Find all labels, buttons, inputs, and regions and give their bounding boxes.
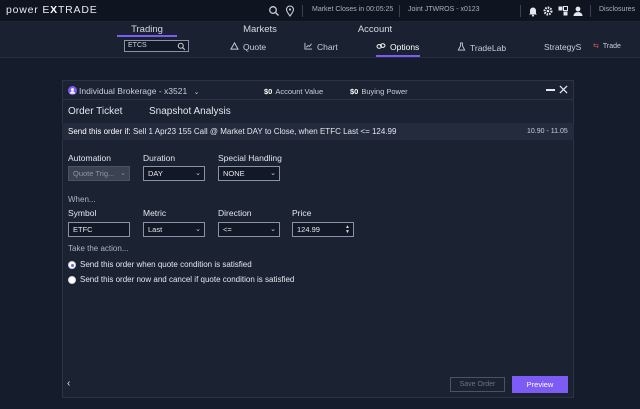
app-logo[interactable]: power EXTRADE bbox=[6, 4, 98, 16]
subtab-trade-label: Trade bbox=[602, 43, 621, 50]
chevron-down-icon: ⌄ bbox=[195, 226, 201, 233]
automation-select: Quote Trig... ⌄ bbox=[68, 166, 130, 181]
bid-ask-range: 10.90 - 11.05 bbox=[527, 128, 568, 135]
subtab-strategy[interactable]: StrategyS bbox=[544, 42, 581, 52]
subtab-chart[interactable]: Chart bbox=[304, 42, 338, 52]
action-note: Take the action... bbox=[68, 244, 129, 253]
location-pin-icon[interactable] bbox=[284, 5, 296, 17]
tab-trading[interactable]: Trading bbox=[117, 24, 177, 35]
condition-summary: Send this order if: Sell 1 Apr23 155 Cal… bbox=[68, 127, 396, 136]
active-tab-indicator bbox=[117, 35, 177, 37]
price-label: Price bbox=[292, 208, 312, 218]
buying-power: $0 Buying Power bbox=[350, 87, 408, 96]
account-value: $0 Account Value bbox=[264, 87, 323, 96]
special-handling-label: Special Handling bbox=[218, 153, 282, 163]
active-subtab-indicator bbox=[376, 55, 420, 57]
logo-text-2: TRADE bbox=[57, 4, 98, 16]
account-dropdown-label: Individual Brokerage - x3521 bbox=[79, 86, 188, 96]
close-icon[interactable] bbox=[559, 85, 568, 94]
subtab-quote-label: Quote bbox=[243, 42, 267, 52]
subtab-tradelab[interactable]: TradeLab bbox=[457, 42, 506, 53]
stepper-arrows-icon[interactable]: ▲ ▼ bbox=[345, 225, 350, 235]
symbol-search-input[interactable]: ETCS bbox=[124, 40, 189, 52]
metric-select[interactable]: Last ⌄ bbox=[143, 222, 205, 237]
tab-markets[interactable]: Markets bbox=[230, 24, 290, 35]
chevron-down-icon: ⌄ bbox=[195, 170, 201, 177]
triangle-icon bbox=[230, 42, 239, 50]
account-dropdown[interactable]: Individual Brokerage - x3521 ⌄ bbox=[79, 86, 199, 96]
market-status: Market Closes in 00:05:25 bbox=[312, 6, 394, 13]
logo-text-x: X bbox=[50, 4, 58, 16]
main-nav bbox=[0, 22, 640, 58]
user-icon[interactable] bbox=[572, 5, 584, 17]
chevron-down-icon: ⌄ bbox=[193, 89, 200, 96]
account-value-label: Account Value bbox=[275, 87, 324, 96]
account-selector[interactable]: Joint JTWROS - x0123 bbox=[408, 6, 480, 13]
price-stepper[interactable]: 124.99 ▲ ▼ bbox=[292, 222, 354, 237]
divider bbox=[590, 5, 591, 17]
metric-value: Last bbox=[148, 225, 163, 234]
divider bbox=[302, 5, 303, 17]
automation-value: Quote Trig... bbox=[73, 169, 115, 178]
buying-power-amount: $0 bbox=[350, 87, 359, 96]
search-icon[interactable] bbox=[177, 42, 186, 51]
symbol-input[interactable]: ETFC bbox=[68, 222, 130, 237]
buying-power-label: Buying Power bbox=[361, 87, 408, 96]
radio-send-when-satisfied-label[interactable]: Send this order when quote condition is … bbox=[80, 260, 252, 269]
search-icon[interactable] bbox=[268, 5, 280, 17]
metric-label: Metric bbox=[143, 208, 167, 218]
direction-value: <= bbox=[223, 225, 232, 234]
disclosures-link[interactable]: Disclosures bbox=[599, 6, 635, 13]
gear-icon[interactable] bbox=[542, 5, 554, 17]
save-order-button[interactable]: Save Order bbox=[450, 377, 505, 392]
divider bbox=[520, 5, 521, 17]
subtab-trade[interactable]: ⇆ Trade bbox=[593, 42, 621, 50]
subtab-options[interactable]: Options bbox=[376, 42, 419, 52]
when-note: When... bbox=[68, 195, 96, 204]
subtab-options-label: Options bbox=[390, 42, 420, 52]
chevron-down-icon: ⌄ bbox=[120, 170, 126, 177]
special-handling-select[interactable]: NONE ⌄ bbox=[218, 166, 280, 181]
symbol-search-value: ETCS bbox=[128, 42, 147, 49]
condition-summary-detail: Sell 1 Apr23 155 Call @ Market DAY to Cl… bbox=[132, 127, 397, 136]
chevron-down-icon: ⌄ bbox=[270, 226, 276, 233]
subtab-tradelab-label: TradeLab bbox=[470, 43, 507, 53]
automation-label: Automation bbox=[68, 153, 111, 163]
tab-account[interactable]: Account bbox=[345, 24, 405, 35]
subtab-quote[interactable]: Quote bbox=[230, 42, 266, 52]
radio-send-now-cancel[interactable] bbox=[68, 276, 76, 284]
special-handling-value: NONE bbox=[223, 169, 245, 178]
condition-summary-label: Send this order if: bbox=[68, 127, 131, 136]
minimize-icon[interactable] bbox=[546, 89, 555, 91]
bell-icon[interactable] bbox=[527, 5, 539, 17]
chevron-down-icon: ⌄ bbox=[270, 170, 276, 177]
tab-snapshot-analysis[interactable]: Snapshot Analysis bbox=[149, 106, 231, 117]
direction-label: Direction bbox=[218, 208, 252, 218]
price-value: 124.99 bbox=[297, 225, 320, 234]
preview-button[interactable]: Preview bbox=[512, 376, 568, 393]
chart-icon bbox=[304, 42, 313, 50]
duration-label: Duration bbox=[143, 153, 176, 163]
symbol-value: ETFC bbox=[73, 225, 93, 234]
radio-send-now-cancel-label[interactable]: Send this order now and cancel if quote … bbox=[80, 275, 294, 284]
swap-arrows-icon: ⇆ bbox=[593, 43, 599, 50]
subtab-chart-label: Chart bbox=[317, 42, 338, 52]
back-chevron-icon[interactable]: ‹ bbox=[67, 378, 70, 389]
flask-icon bbox=[457, 42, 466, 51]
logo-text-1: power E bbox=[6, 4, 51, 16]
divider bbox=[399, 5, 400, 17]
duration-select[interactable]: DAY ⌄ bbox=[143, 166, 205, 181]
direction-select[interactable]: <= ⌄ bbox=[218, 222, 280, 237]
duration-value: DAY bbox=[148, 169, 163, 178]
account-value-amount: $0 bbox=[264, 87, 273, 96]
user-circle-icon bbox=[68, 86, 77, 95]
link-icon bbox=[376, 43, 386, 49]
tab-order-ticket[interactable]: Order Ticket bbox=[68, 106, 122, 117]
layout-icon[interactable] bbox=[557, 5, 569, 17]
radio-send-when-satisfied[interactable] bbox=[68, 261, 76, 269]
symbol-label: Symbol bbox=[68, 208, 97, 218]
